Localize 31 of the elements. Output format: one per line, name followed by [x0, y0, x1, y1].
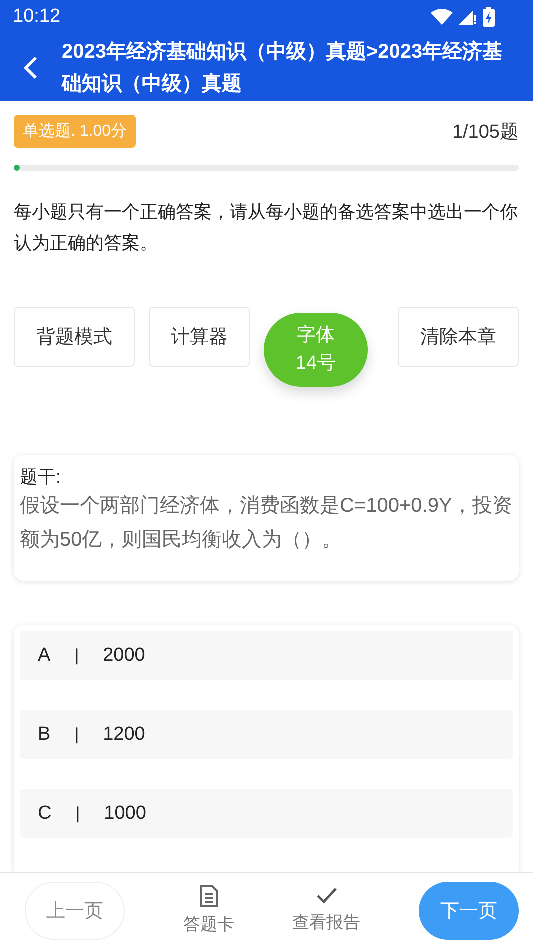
answer-card-button[interactable]: 答题卡: [183, 885, 234, 936]
stem-label: 题干:: [20, 466, 62, 489]
tool-button[interactable]: 背题模式: [14, 307, 135, 367]
question-text: 假设一个两部门经济体，消费函数是C=100+0.9Y，投资额为50亿，则国民均衡收入为（）。: [20, 494, 513, 553]
option-letter: B: [38, 724, 51, 746]
report-button[interactable]: 查看报告: [292, 887, 361, 934]
document-icon: [200, 885, 218, 907]
option-text: 2000: [103, 644, 146, 666]
option-item[interactable]: A | 2000: [20, 631, 513, 680]
battery-icon: [483, 7, 495, 27]
option-separator: |: [74, 646, 80, 666]
option-letter: A: [38, 644, 51, 666]
prev-page-button[interactable]: 上一页: [25, 882, 125, 940]
question-type-tag: 单选题. 1.00分: [14, 115, 136, 148]
back-icon: [24, 56, 38, 80]
wifi-icon: [431, 9, 453, 25]
tool-button[interactable]: 清除本章: [398, 307, 519, 367]
option-text: 1200: [103, 724, 146, 746]
option-letter: C: [38, 802, 52, 824]
page-title: 2023年经济基础知识（中级）真题>2023年经济基础知识（中级）真题: [62, 40, 504, 96]
signal-icon: [459, 9, 477, 25]
instruction-text: 每小题只有一个正确答案，请从每小题的备选答案中选出一个你认为正确的答案。: [14, 201, 519, 255]
check-icon: [316, 887, 338, 905]
option-text: 1000: [104, 802, 146, 824]
question-counter: 1/105题: [452, 120, 519, 144]
tool-button[interactable]: 计算器: [149, 307, 250, 367]
option-item[interactable]: B | 1200: [20, 710, 513, 759]
option-separator: |: [74, 724, 80, 744]
option-separator: |: [76, 804, 80, 824]
status-time: 10:12: [13, 6, 61, 28]
option-item[interactable]: C | 1000: [20, 789, 513, 838]
